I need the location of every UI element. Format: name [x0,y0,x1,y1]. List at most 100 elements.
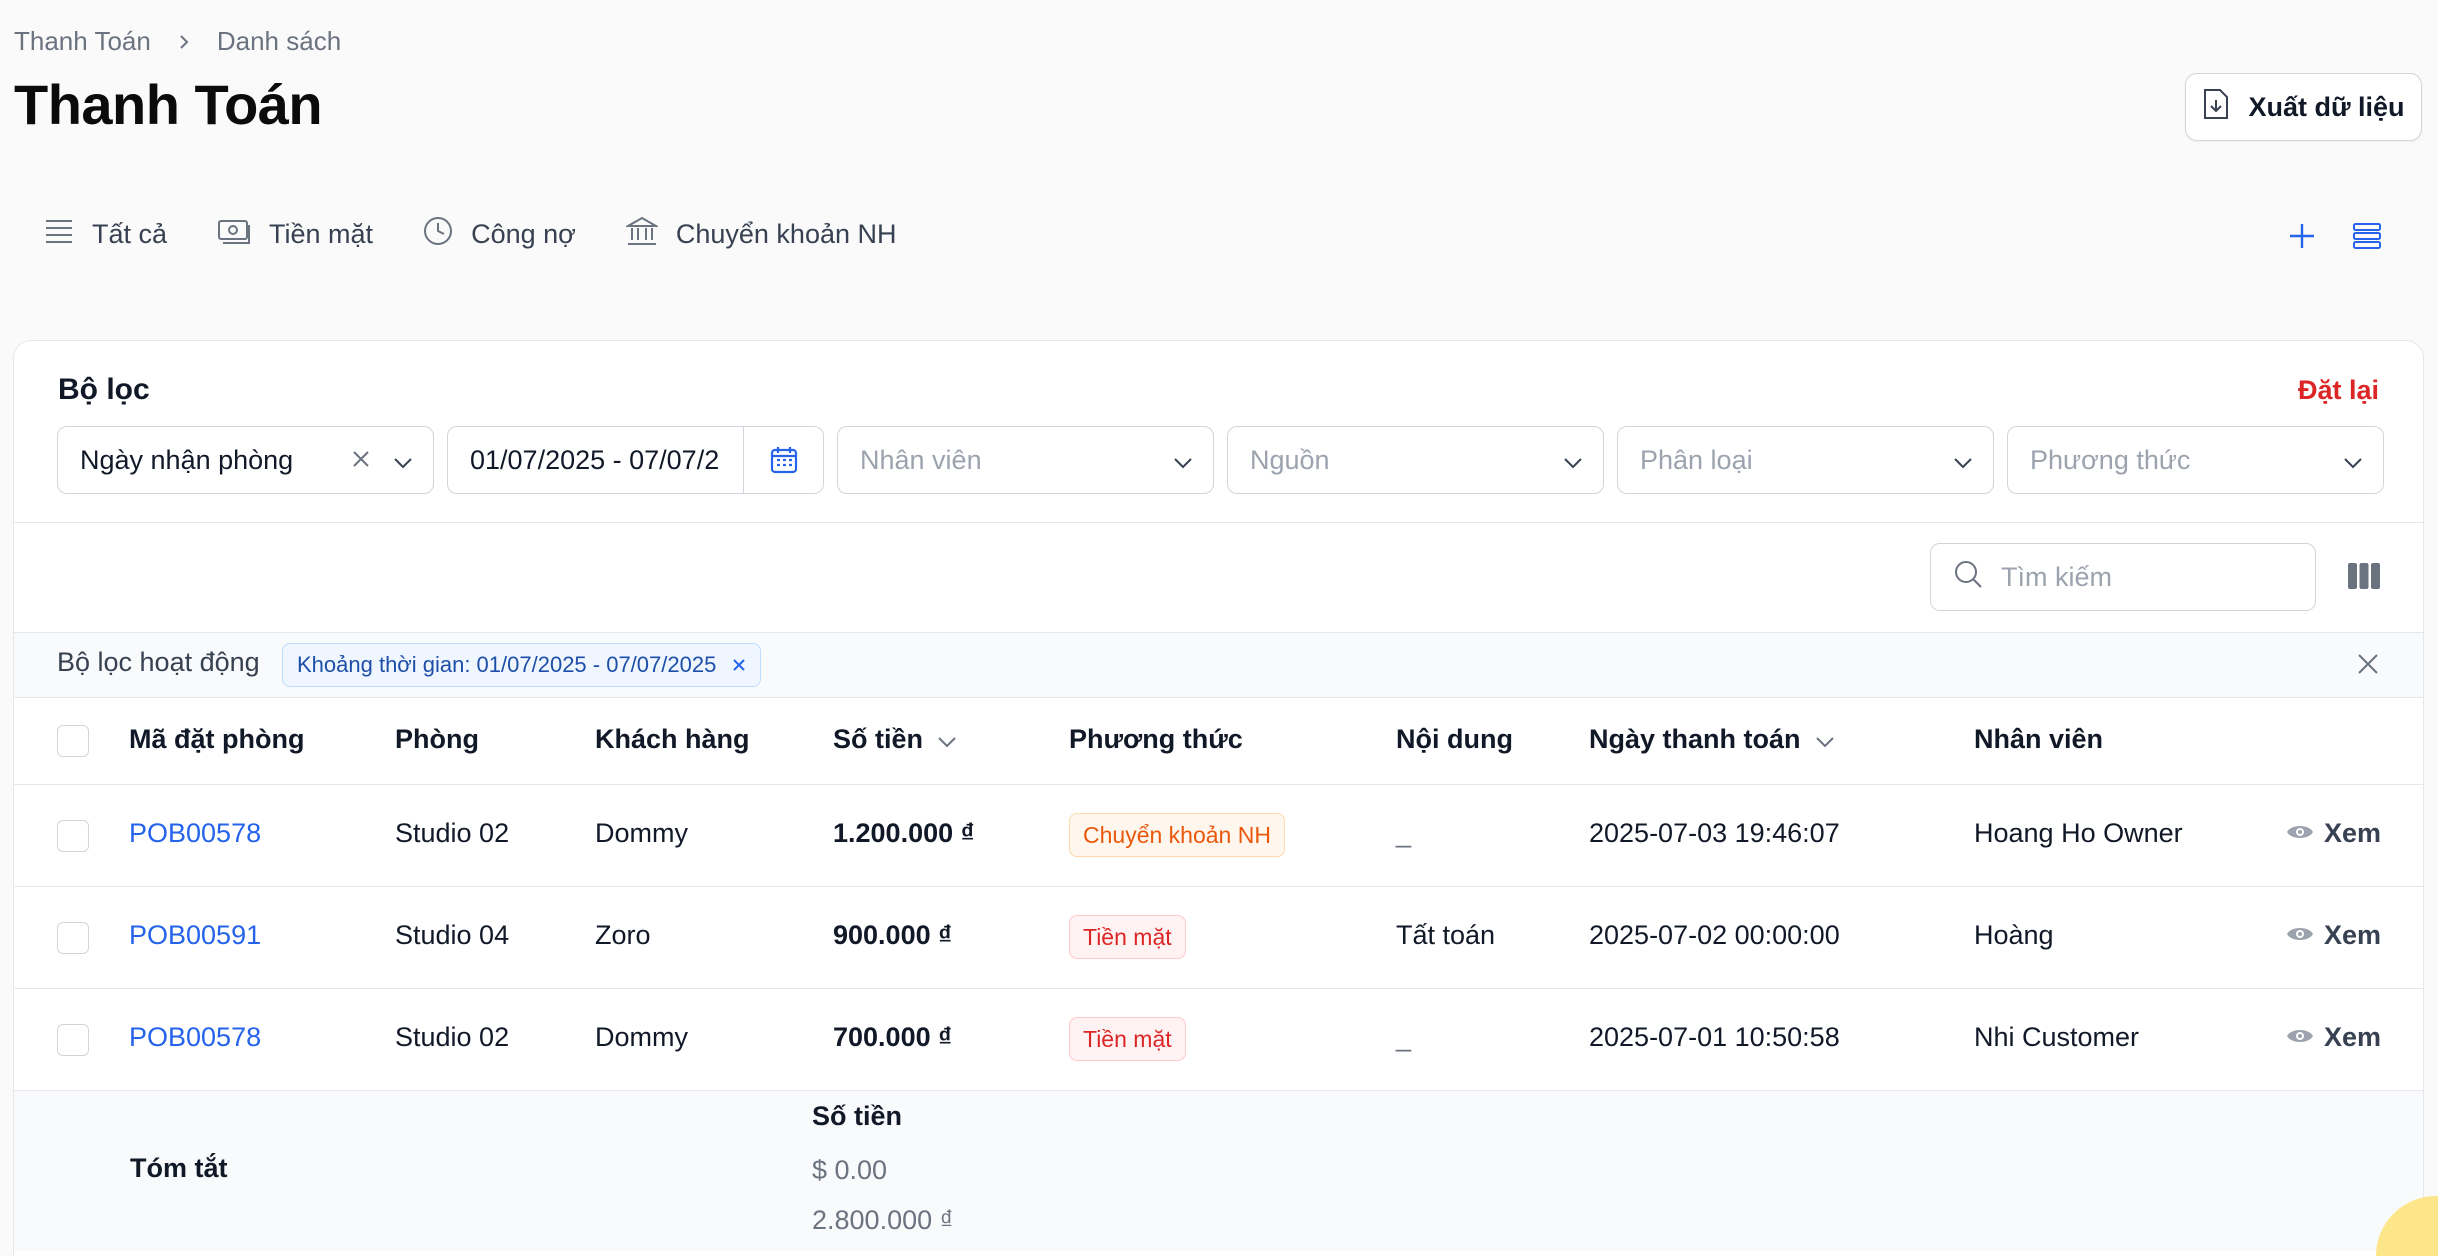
search-placeholder: Tìm kiếm [2001,561,2112,592]
room-cell: Studio 02 [395,1022,510,1052]
payment-tabs: Tất cả Tiền mặt Công nợ Chuyển khoản NH [44,216,897,253]
close-icon[interactable] [732,652,746,678]
summary-row: Tóm tắt Số tiền $ 0.00 2.800.000 ₫ [14,1091,2423,1251]
chevron-down-icon [1563,445,1583,476]
tab-bank-transfer-label: Chuyển khoản NH [675,219,897,249]
source-placeholder: Nguồn [1250,444,1330,475]
view-button[interactable]: Xem [2286,920,2381,951]
customer-cell: Dommy [595,1022,688,1052]
method-select[interactable]: Phương thức [2007,426,2384,494]
eye-icon [2286,920,2314,951]
category-placeholder: Phân loại [1640,444,1753,475]
booking-code-link[interactable]: POB00578 [129,818,261,849]
date-cell: 2025-07-01 10:50:58 [1589,1022,1840,1052]
content-cell: _ [1396,818,1412,848]
view-label: Xem [2323,920,2381,950]
chevron-down-icon [2343,445,2363,476]
method-badge: Tiền mặt [1069,915,1186,959]
plus-icon[interactable] [2288,222,2316,255]
chevron-right-icon [173,31,195,53]
breadcrumb-root[interactable]: Thanh Toán [14,26,151,57]
active-filter-chip[interactable]: Khoảng thời gian: 01/07/2025 - 07/07/202… [282,643,762,687]
header-amount[interactable]: Số tiền [833,724,957,755]
row-checkbox[interactable] [57,1024,89,1056]
category-select[interactable]: Phân loại [1617,426,1994,494]
content-cell: _ [1396,1022,1412,1052]
tab-debt-label: Công nợ [471,219,576,249]
tab-bank-transfer[interactable]: Chuyển khoản NH [624,216,897,253]
summary-usd-total: $ 0.00 [812,1155,888,1185]
row-checkbox[interactable] [57,922,89,954]
header-amount-label: Số tiền [833,724,924,754]
amount-cell: 1.200.000 ₫ [833,818,975,848]
summary-label: Tóm tắt [130,1153,228,1183]
amount-cell: 900.000 ₫ [833,920,952,950]
clear-active-filters-icon[interactable] [2357,653,2379,680]
calendar-icon[interactable] [743,427,823,493]
filter-row: Ngày nhận phòng 01/07/2025 - 07/07/2 Nhâ… [57,426,2384,494]
amount-cell: 700.000 ₫ [833,1022,952,1052]
divider [14,522,2423,523]
staff-placeholder: Nhân viên [860,444,982,475]
summary-vnd-total: 2.800.000 ₫ [812,1205,954,1235]
cash-icon [217,218,251,251]
columns-icon[interactable] [2347,561,2381,596]
header-code: Mã đặt phòng [129,724,305,754]
view-button[interactable]: Xem [2286,1022,2381,1053]
table-row: POB00578 Studio 02 Dommy 1.200.000 ₫ Chu… [14,785,2423,887]
filter-title: Bộ lọc [58,373,150,406]
header-date-label: Ngày thanh toán [1589,724,1801,754]
chip-label: Khoảng thời gian: 01/07/2025 - 07/07/202… [297,652,717,677]
source-select[interactable]: Nguồn [1227,426,1604,494]
staff-cell: Hoàng [1974,920,2054,950]
tab-debt[interactable]: Công nợ [423,216,576,253]
header-content: Nội dung [1396,724,1513,754]
active-filters-label: Bộ lọc hoạt động [57,647,260,677]
page-title: Thanh Toán [14,73,323,136]
room-cell: Studio 02 [395,818,510,848]
view-button[interactable]: Xem [2286,818,2381,849]
date-cell: 2025-07-02 00:00:00 [1589,920,1840,950]
chevron-down-icon [393,445,413,476]
table-row: POB00591 Studio 04 Zoro 900.000 ₫ Tiền m… [14,887,2423,989]
staff-cell: Hoang Ho Owner [1974,818,2183,848]
eye-icon [2286,1022,2314,1053]
stack-list-icon[interactable] [2352,222,2382,255]
header-date[interactable]: Ngày thanh toán [1589,724,1835,755]
date-type-select[interactable]: Ngày nhận phòng [57,426,434,494]
tab-cash[interactable]: Tiền mặt [217,218,373,251]
date-cell: 2025-07-03 19:46:07 [1589,818,1840,848]
date-range-input[interactable]: 01/07/2025 - 07/07/2 [447,426,824,494]
chevron-down-icon [1173,445,1193,476]
chevron-down-icon [937,724,957,755]
select-all-checkbox[interactable] [57,725,89,757]
table-header: Mã đặt phòng Phòng Khách hàng Số tiền Ph… [14,698,2423,785]
list-icon [44,218,74,251]
export-label: Xuất dữ liệu [2248,91,2405,122]
staff-select[interactable]: Nhân viên [837,426,1214,494]
breadcrumb: Thanh Toán Danh sách [14,26,341,57]
booking-code-link[interactable]: POB00578 [129,1022,261,1053]
summary-column-header: Số tiền [812,1101,903,1131]
search-input[interactable]: Tìm kiếm [1930,543,2316,611]
room-cell: Studio 04 [395,920,510,950]
table-row: POB00578 Studio 02 Dommy 700.000 ₫ Tiền … [14,989,2423,1091]
file-download-icon [2202,88,2230,127]
export-button[interactable]: Xuất dữ liệu [2185,73,2422,141]
date-type-value: Ngày nhận phòng [80,444,294,475]
chevron-down-icon [1953,445,1973,476]
customer-cell: Dommy [595,818,688,848]
clock-icon [423,216,453,253]
method-placeholder: Phương thức [2030,444,2191,475]
tab-all[interactable]: Tất cả [44,218,167,251]
clear-icon[interactable] [351,445,371,476]
reset-filters-button[interactable]: Đặt lại [2298,375,2379,406]
row-checkbox[interactable] [57,820,89,852]
breadcrumb-current: Danh sách [216,26,342,56]
content-cell: Tất toán [1396,920,1496,950]
tab-all-label: Tất cả [92,219,168,249]
staff-cell: Nhi Customer [1974,1022,2140,1052]
booking-code-link[interactable]: POB00591 [129,920,261,951]
header-staff: Nhân viên [1974,724,2104,754]
chevron-down-icon [1815,724,1835,755]
